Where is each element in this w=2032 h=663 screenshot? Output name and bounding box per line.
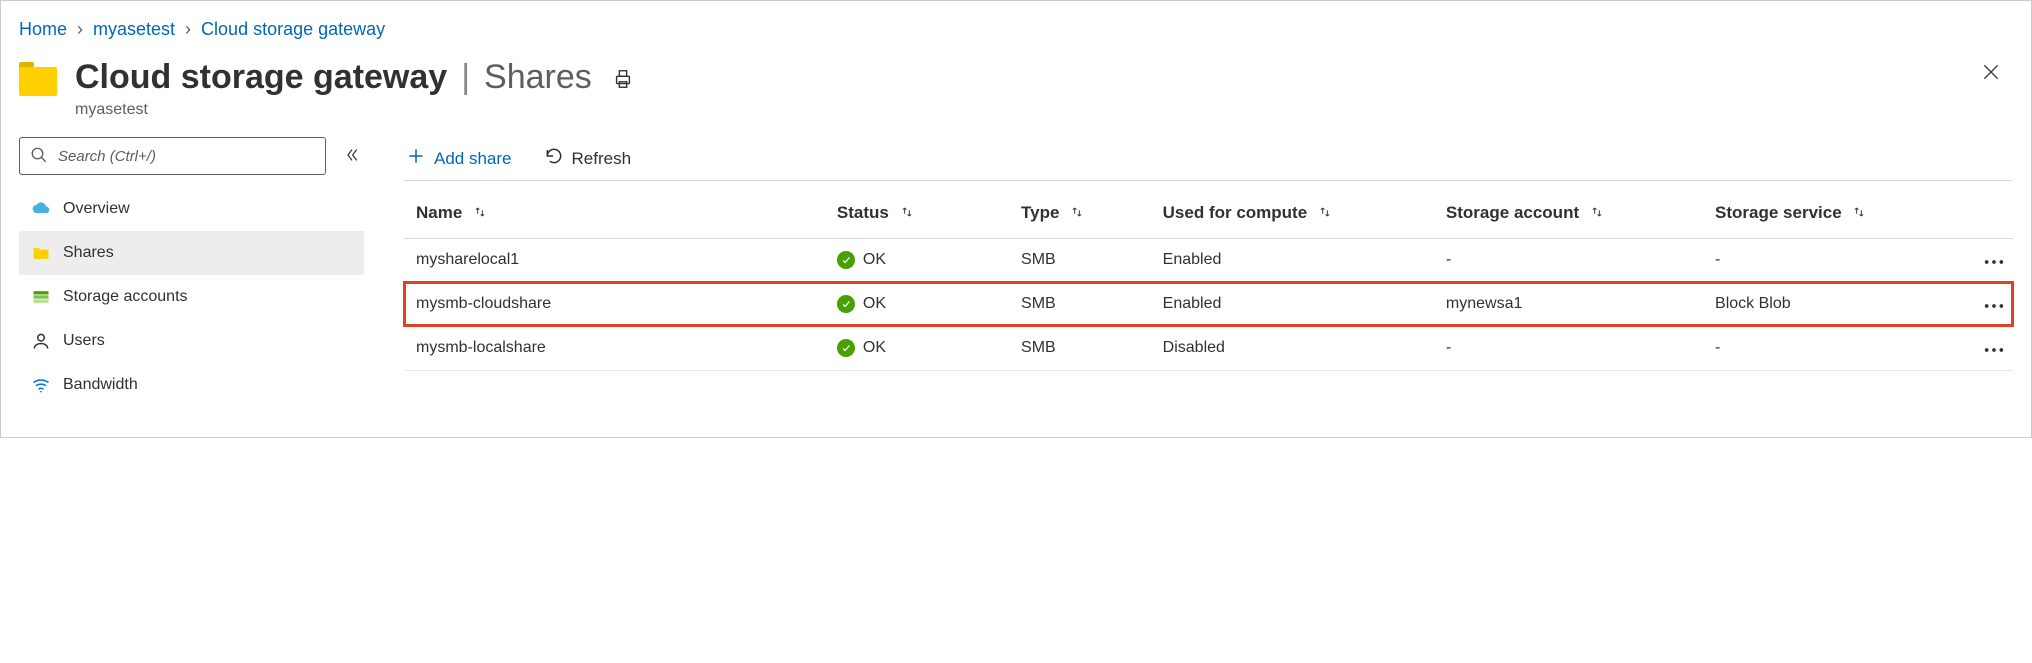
cell-name: mysmb-cloudshare: [404, 282, 829, 326]
folder-icon: [19, 62, 57, 96]
sort-icon: [473, 204, 487, 224]
cell-service: -: [1707, 238, 1948, 282]
sidebar-item-shares[interactable]: Shares: [19, 231, 364, 275]
sidebar-item-bandwidth[interactable]: Bandwidth: [19, 363, 364, 407]
search-icon: [30, 146, 48, 167]
cell-compute: Enabled: [1155, 282, 1438, 326]
refresh-label: Refresh: [572, 149, 632, 169]
cell-account: mynewsa1: [1438, 282, 1707, 326]
table-row[interactable]: mysmb-localshareOKSMBDisabled--: [404, 326, 2013, 370]
cell-type: SMB: [1013, 326, 1155, 370]
column-header-compute[interactable]: Used for compute: [1155, 191, 1438, 238]
sidebar-item-label: Storage accounts: [63, 288, 188, 306]
sidebar-item-storage-accounts[interactable]: Storage accounts: [19, 275, 364, 319]
cell-compute: Disabled: [1155, 326, 1438, 370]
search-input[interactable]: [58, 148, 315, 165]
column-header-service[interactable]: Storage service: [1707, 191, 1948, 238]
sidebar: Overview Shares Storage accounts Users B: [19, 137, 364, 407]
breadcrumb-link-current[interactable]: Cloud storage gateway: [201, 19, 385, 40]
folder-icon: [31, 243, 51, 263]
chevron-right-icon: ›: [77, 19, 83, 40]
refresh-icon: [544, 146, 564, 171]
sidebar-item-label: Users: [63, 332, 105, 350]
page-header: Cloud storage gateway | Shares myasetest: [19, 50, 2013, 137]
check-circle-icon: [837, 295, 855, 313]
cell-type: SMB: [1013, 282, 1155, 326]
cell-name: mysmb-localshare: [404, 326, 829, 370]
sort-icon: [900, 204, 914, 224]
sidebar-item-overview[interactable]: Overview: [19, 187, 364, 231]
cell-service: -: [1707, 326, 1948, 370]
cell-status: OK: [829, 326, 1013, 370]
refresh-button[interactable]: Refresh: [542, 142, 634, 175]
toolbar: Add share Refresh: [404, 137, 2013, 181]
cell-account: -: [1438, 238, 1707, 282]
check-circle-icon: [837, 339, 855, 357]
search-box[interactable]: [19, 137, 326, 175]
add-share-button[interactable]: Add share: [404, 142, 514, 175]
sort-icon: [1070, 204, 1084, 224]
sort-icon: [1318, 204, 1332, 224]
table-header-row: Name Status Type Used for compute: [404, 191, 2013, 238]
cell-name: mysharelocal1: [404, 238, 829, 282]
sort-icon: [1590, 204, 1604, 224]
check-circle-icon: [837, 251, 855, 269]
plus-icon: [406, 146, 426, 171]
sidebar-item-label: Overview: [63, 200, 130, 218]
cloud-icon: [31, 199, 51, 219]
storage-icon: [31, 287, 51, 307]
shares-table: Name Status Type Used for compute: [404, 191, 2013, 371]
row-actions-button[interactable]: [1979, 251, 2009, 270]
resource-subtitle: myasetest: [75, 101, 640, 119]
cell-status: OK: [829, 238, 1013, 282]
main-content: Add share Refresh Name Status: [404, 137, 2013, 371]
column-header-type[interactable]: Type: [1013, 191, 1155, 238]
cell-account: -: [1438, 326, 1707, 370]
row-actions-button[interactable]: [1979, 295, 2009, 314]
close-button[interactable]: [1973, 54, 2009, 93]
column-header-status[interactable]: Status: [829, 191, 1013, 238]
sidebar-item-label: Bandwidth: [63, 376, 138, 394]
collapse-sidebar-button[interactable]: [340, 143, 364, 170]
user-icon: [31, 331, 51, 351]
wifi-icon: [31, 375, 51, 395]
column-header-name[interactable]: Name: [404, 191, 829, 238]
sidebar-item-users[interactable]: Users: [19, 319, 364, 363]
table-row[interactable]: mysharelocal1OKSMBEnabled--: [404, 238, 2013, 282]
breadcrumb: Home › myasetest › Cloud storage gateway: [19, 19, 2013, 40]
cell-compute: Enabled: [1155, 238, 1438, 282]
cell-service: Block Blob: [1707, 282, 1948, 326]
resource-title: Cloud storage gateway: [75, 58, 447, 97]
sort-icon: [1852, 204, 1866, 224]
cell-type: SMB: [1013, 238, 1155, 282]
column-header-account[interactable]: Storage account: [1438, 191, 1707, 238]
chevron-right-icon: ›: [185, 19, 191, 40]
table-row[interactable]: mysmb-cloudshareOKSMBEnabledmynewsa1Bloc…: [404, 282, 2013, 326]
print-button[interactable]: [606, 62, 640, 99]
cell-status: OK: [829, 282, 1013, 326]
breadcrumb-link-resource[interactable]: myasetest: [93, 19, 175, 40]
breadcrumb-link-home[interactable]: Home: [19, 19, 67, 40]
title-separator: |: [461, 58, 470, 97]
add-share-label: Add share: [434, 149, 512, 169]
row-actions-button[interactable]: [1979, 339, 2009, 358]
sidebar-item-label: Shares: [63, 244, 114, 262]
page-title: Shares: [484, 58, 592, 97]
